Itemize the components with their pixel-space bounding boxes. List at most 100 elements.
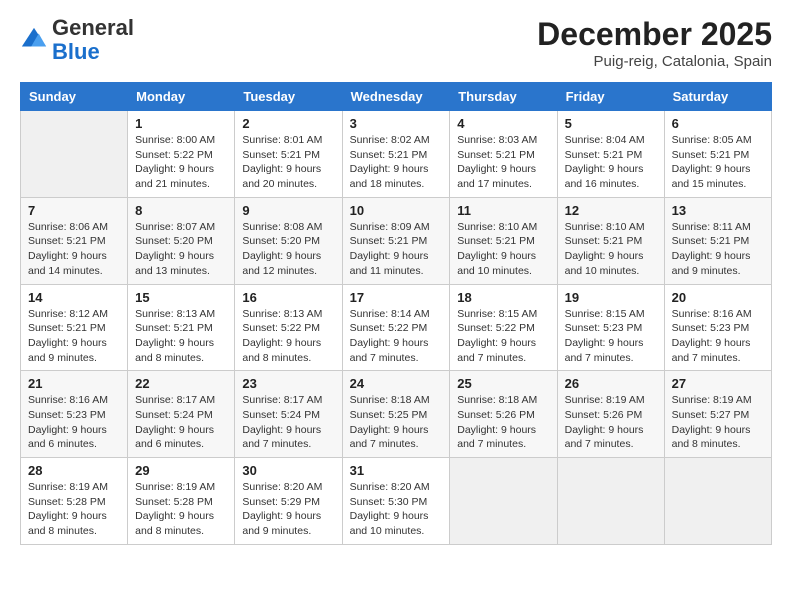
- day-number: 25: [457, 376, 549, 391]
- calendar-cell: 3 Sunrise: 8:02 AM Sunset: 5:21 PM Daylig…: [342, 111, 450, 198]
- day-info: Sunrise: 8:11 AM Sunset: 5:21 PM Dayligh…: [672, 220, 764, 279]
- day-info: Sunrise: 8:01 AM Sunset: 5:21 PM Dayligh…: [242, 133, 334, 192]
- day-number: 26: [565, 376, 657, 391]
- day-number: 15: [135, 290, 227, 305]
- day-info: Sunrise: 8:02 AM Sunset: 5:21 PM Dayligh…: [350, 133, 443, 192]
- day-info: Sunrise: 8:05 AM Sunset: 5:21 PM Dayligh…: [672, 133, 764, 192]
- weekday-header-thursday: Thursday: [450, 83, 557, 111]
- day-info: Sunrise: 8:15 AM Sunset: 5:22 PM Dayligh…: [457, 307, 549, 366]
- calendar-cell: [664, 458, 771, 545]
- day-number: 1: [135, 116, 227, 131]
- day-info: Sunrise: 8:19 AM Sunset: 5:27 PM Dayligh…: [672, 393, 764, 452]
- calendar-cell: 2 Sunrise: 8:01 AM Sunset: 5:21 PM Daylig…: [235, 111, 342, 198]
- calendar-cell: [557, 458, 664, 545]
- day-info: Sunrise: 8:19 AM Sunset: 5:26 PM Dayligh…: [565, 393, 657, 452]
- calendar-cell: 4 Sunrise: 8:03 AM Sunset: 5:21 PM Daylig…: [450, 111, 557, 198]
- calendar-cell: 29Sunrise: 8:19 AM Sunset: 5:28 PM Dayli…: [128, 458, 235, 545]
- calendar-cell: 19 Sunrise: 8:15 AM Sunset: 5:23 PM Dayli…: [557, 284, 664, 371]
- weekday-header-friday: Friday: [557, 83, 664, 111]
- day-info: Sunrise: 8:20 AM Sunset: 5:30 PM Dayligh…: [350, 480, 443, 539]
- weekday-header-tuesday: Tuesday: [235, 83, 342, 111]
- day-info: Sunrise: 8:12 AM Sunset: 5:21 PM Dayligh…: [28, 307, 120, 366]
- day-number: 17: [350, 290, 443, 305]
- day-number: 30: [242, 463, 334, 478]
- week-row-0: 1 Sunrise: 8:00 AM Sunset: 5:22 PM Daylig…: [21, 111, 772, 198]
- day-info: Sunrise: 8:13 AM Sunset: 5:22 PM Dayligh…: [242, 307, 334, 366]
- day-number: 4: [457, 116, 549, 131]
- logo-text: General Blue: [52, 16, 134, 64]
- calendar-cell: 8 Sunrise: 8:07 AM Sunset: 5:20 PM Daylig…: [128, 197, 235, 284]
- weekday-header-sunday: Sunday: [21, 83, 128, 111]
- week-row-2: 14 Sunrise: 8:12 AM Sunset: 5:21 PM Dayli…: [21, 284, 772, 371]
- calendar-cell: 20 Sunrise: 8:16 AM Sunset: 5:23 PM Dayli…: [664, 284, 771, 371]
- calendar-cell: [21, 111, 128, 198]
- calendar-cell: 1 Sunrise: 8:00 AM Sunset: 5:22 PM Daylig…: [128, 111, 235, 198]
- day-info: Sunrise: 8:03 AM Sunset: 5:21 PM Dayligh…: [457, 133, 549, 192]
- calendar-cell: 7 Sunrise: 8:06 AM Sunset: 5:21 PM Daylig…: [21, 197, 128, 284]
- day-number: 9: [242, 203, 334, 218]
- day-number: 8: [135, 203, 227, 218]
- day-info: Sunrise: 8:17 AM Sunset: 5:24 PM Dayligh…: [135, 393, 227, 452]
- calendar-cell: 28 Sunrise: 8:19 AM Sunset: 5:28 PM Dayli…: [21, 458, 128, 545]
- day-number: 19: [565, 290, 657, 305]
- day-info: Sunrise: 8:13 AM Sunset: 5:21 PM Dayligh…: [135, 307, 227, 366]
- calendar-cell: 30 Sunrise: 8:20 AM Sunset: 5:29 PM Dayli…: [235, 458, 342, 545]
- day-info: Sunrise: 8:14 AM Sunset: 5:22 PM Dayligh…: [350, 307, 443, 366]
- day-number: 3: [350, 116, 443, 131]
- calendar-cell: 22 Sunrise: 8:17 AM Sunset: 5:24 PM Dayli…: [128, 371, 235, 458]
- day-number: 16: [242, 290, 334, 305]
- calendar-cell: 9 Sunrise: 8:08 AM Sunset: 5:20 PM Daylig…: [235, 197, 342, 284]
- calendar-cell: [450, 458, 557, 545]
- day-number: 27: [672, 376, 764, 391]
- day-info: Sunrise: 8:04 AM Sunset: 5:21 PM Dayligh…: [565, 133, 657, 192]
- day-number: 13: [672, 203, 764, 218]
- day-number: 14: [28, 290, 120, 305]
- day-info: Sunrise: 8:20 AM Sunset: 5:29 PM Dayligh…: [242, 480, 334, 539]
- calendar-header: SundayMondayTuesdayWednesdayThursdayFrid…: [21, 83, 772, 111]
- calendar-cell: 15 Sunrise: 8:13 AM Sunset: 5:21 PM Dayli…: [128, 284, 235, 371]
- logo-blue: Blue: [52, 39, 100, 64]
- weekday-header-monday: Monday: [128, 83, 235, 111]
- logo: General Blue: [20, 16, 134, 64]
- day-info: Sunrise: 8:16 AM Sunset: 5:23 PM Dayligh…: [28, 393, 120, 452]
- day-number: 28: [28, 463, 120, 478]
- calendar-cell: 16 Sunrise: 8:13 AM Sunset: 5:22 PM Dayli…: [235, 284, 342, 371]
- day-info: Sunrise: 8:15 AM Sunset: 5:23 PM Dayligh…: [565, 307, 657, 366]
- day-info: Sunrise: 8:19 AM Sunset: 5:28 PM Dayligh…: [28, 480, 120, 539]
- day-info: Sunrise: 8:18 AM Sunset: 5:25 PM Dayligh…: [350, 393, 443, 452]
- day-number: 24: [350, 376, 443, 391]
- day-number: 29: [135, 463, 227, 478]
- calendar-cell: 5 Sunrise: 8:04 AM Sunset: 5:21 PM Daylig…: [557, 111, 664, 198]
- day-number: 10: [350, 203, 443, 218]
- weekday-header-saturday: Saturday: [664, 83, 771, 111]
- calendar-cell: 14 Sunrise: 8:12 AM Sunset: 5:21 PM Dayli…: [21, 284, 128, 371]
- day-info: Sunrise: 8:07 AM Sunset: 5:20 PM Dayligh…: [135, 220, 227, 279]
- day-number: 6: [672, 116, 764, 131]
- calendar-cell: 13 Sunrise: 8:11 AM Sunset: 5:21 PM Dayli…: [664, 197, 771, 284]
- week-row-3: 21Sunrise: 8:16 AM Sunset: 5:23 PM Dayli…: [21, 371, 772, 458]
- calendar-cell: 25Sunrise: 8:18 AM Sunset: 5:26 PM Dayli…: [450, 371, 557, 458]
- day-info: Sunrise: 8:09 AM Sunset: 5:21 PM Dayligh…: [350, 220, 443, 279]
- day-number: 11: [457, 203, 549, 218]
- calendar-cell: 26 Sunrise: 8:19 AM Sunset: 5:26 PM Dayli…: [557, 371, 664, 458]
- calendar-cell: 21Sunrise: 8:16 AM Sunset: 5:23 PM Dayli…: [21, 371, 128, 458]
- day-info: Sunrise: 8:00 AM Sunset: 5:22 PM Dayligh…: [135, 133, 227, 192]
- day-number: 7: [28, 203, 120, 218]
- day-number: 20: [672, 290, 764, 305]
- day-number: 2: [242, 116, 334, 131]
- logo-general: General: [52, 15, 134, 40]
- header: General Blue December 2025 Puig-reig, Ca…: [20, 16, 772, 70]
- location: Puig-reig, Catalonia, Spain: [537, 53, 772, 70]
- calendar-cell: 18Sunrise: 8:15 AM Sunset: 5:22 PM Dayli…: [450, 284, 557, 371]
- day-number: 22: [135, 376, 227, 391]
- day-number: 5: [565, 116, 657, 131]
- day-info: Sunrise: 8:06 AM Sunset: 5:21 PM Dayligh…: [28, 220, 120, 279]
- day-info: Sunrise: 8:16 AM Sunset: 5:23 PM Dayligh…: [672, 307, 764, 366]
- calendar-cell: 24 Sunrise: 8:18 AM Sunset: 5:25 PM Dayli…: [342, 371, 450, 458]
- calendar-cell: 11Sunrise: 8:10 AM Sunset: 5:21 PM Dayli…: [450, 197, 557, 284]
- day-number: 23: [242, 376, 334, 391]
- day-info: Sunrise: 8:08 AM Sunset: 5:20 PM Dayligh…: [242, 220, 334, 279]
- month-title: December 2025: [537, 16, 772, 53]
- calendar-body: 1 Sunrise: 8:00 AM Sunset: 5:22 PM Daylig…: [21, 111, 772, 545]
- weekday-header-row: SundayMondayTuesdayWednesdayThursdayFrid…: [21, 83, 772, 111]
